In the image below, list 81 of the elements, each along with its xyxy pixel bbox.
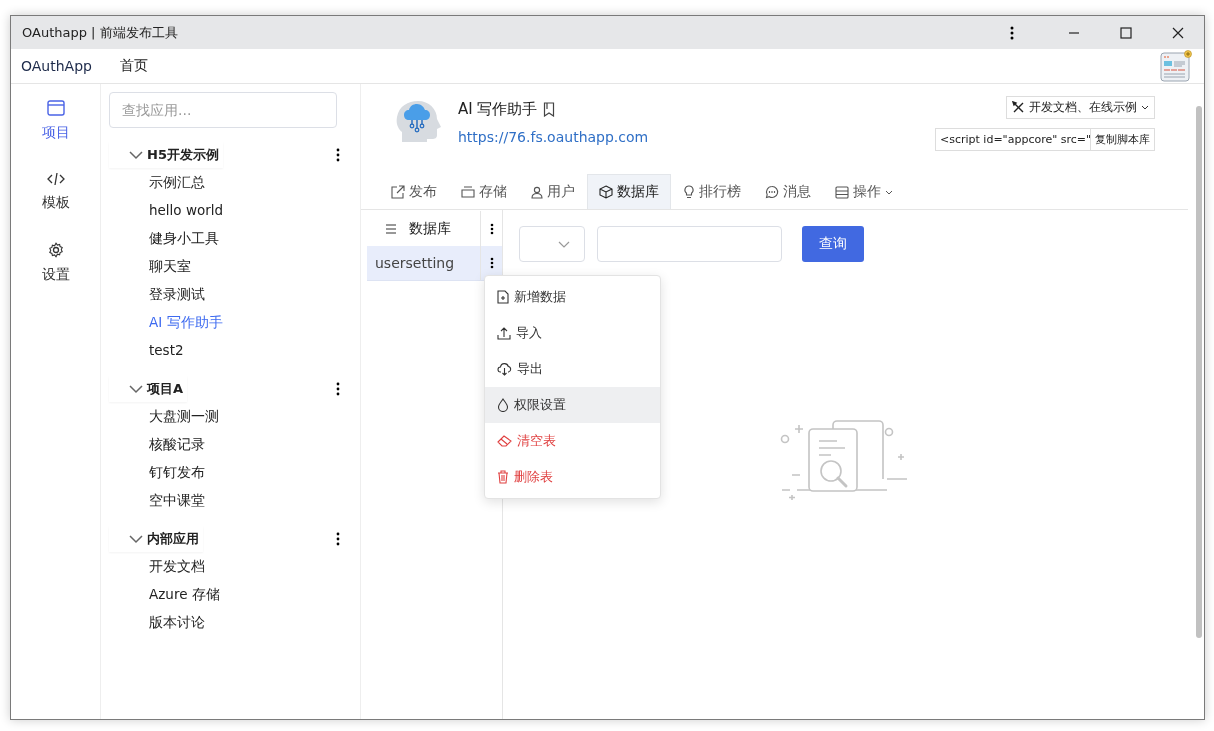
app-item[interactable]: 版本讨论 — [109, 608, 360, 636]
menu-item[interactable]: 导出 — [485, 351, 660, 387]
group-header[interactable]: 项目A — [109, 376, 188, 402]
app-item[interactable]: test2 — [109, 336, 360, 364]
app-item[interactable]: Azure 存储 — [109, 580, 360, 608]
app-item[interactable]: 示例汇总 — [109, 168, 360, 196]
app-name: AI 写作助手 — [458, 100, 538, 119]
bulb-icon — [683, 185, 695, 199]
app-item[interactable]: 登录测试 — [109, 280, 360, 308]
tab[interactable]: 消息 — [753, 174, 823, 209]
app-item[interactable]: AI 写作助手 — [109, 308, 360, 336]
brand-name[interactable]: OAuthApp — [21, 58, 92, 74]
more-icon[interactable] — [336, 148, 340, 162]
eraser-icon — [497, 435, 512, 447]
search-field[interactable]: 查找应用... — [109, 92, 337, 128]
more-icon[interactable] — [336, 382, 340, 396]
tab[interactable]: 用户 — [519, 174, 587, 209]
app-url-link[interactable]: https://76.fs.oauthapp.com — [458, 129, 649, 145]
app-item[interactable]: hello world — [109, 196, 360, 224]
menu-item[interactable]: 删除表 — [485, 459, 660, 495]
tray-icon — [461, 186, 475, 198]
more-icon[interactable] — [1010, 25, 1014, 40]
app-item[interactable]: 核酸记录 — [109, 430, 360, 458]
chevron-icon — [558, 240, 570, 248]
group-header[interactable]: H5开发示例 — [109, 142, 223, 168]
field-select[interactable] — [519, 226, 585, 262]
docs-dropdown[interactable]: 开发文档、在线示例 — [1006, 96, 1155, 119]
app-item[interactable]: 健身小工具 — [109, 224, 360, 252]
nav-item[interactable]: 设置 — [41, 242, 70, 284]
menu-item[interactable]: 清空表 — [485, 423, 660, 459]
more-icon[interactable] — [489, 222, 494, 235]
cube-icon — [599, 185, 613, 199]
menu-item[interactable]: 导入 — [485, 315, 660, 351]
tab[interactable]: 发布 — [379, 174, 449, 209]
cloud-download-icon — [497, 362, 512, 376]
table-item[interactable]: usersetting — [367, 246, 502, 281]
upload-icon — [497, 326, 511, 340]
chevron-icon — [129, 534, 143, 544]
more-icon[interactable] — [336, 532, 340, 546]
menu-icon[interactable] — [385, 223, 397, 234]
file-plus-icon — [497, 290, 509, 304]
menu-item[interactable]: 权限设置 — [485, 387, 660, 423]
script-snippet: <script id="appcore" src=" — [939, 133, 1090, 146]
maximize-icon[interactable] — [1120, 26, 1132, 39]
script-field[interactable]: <script id="appcore" src=" 复制脚本库 — [935, 128, 1155, 151]
nav-item[interactable]: 模板 — [41, 172, 70, 212]
query-input[interactable] — [597, 226, 782, 262]
app-item[interactable]: 聊天室 — [109, 252, 360, 280]
drop-icon — [497, 398, 509, 412]
close-icon[interactable] — [1172, 26, 1184, 39]
tab[interactable]: 存储 — [449, 174, 519, 209]
window-title: OAuthapp | 前端发布工具 — [22, 23, 178, 42]
window-icon — [46, 100, 65, 116]
user-icon — [531, 185, 543, 199]
chevron-icon — [129, 150, 143, 160]
more-icon[interactable] — [489, 257, 494, 269]
tables-header: 数据库 — [409, 219, 451, 238]
app-item[interactable]: 钉钉发布 — [109, 458, 360, 486]
trash-icon — [497, 470, 509, 484]
menu-item[interactable]: 首页 — [119, 57, 148, 75]
tab[interactable]: 操作 — [823, 174, 905, 209]
nav-item[interactable]: 项目 — [41, 100, 70, 142]
query-button[interactable]: 查询 — [802, 226, 864, 262]
settings-icon — [47, 242, 64, 258]
chevron-icon — [129, 384, 143, 394]
tools-icon — [1012, 101, 1025, 114]
bookmark-icon[interactable] — [543, 102, 556, 117]
app-item[interactable]: 大盘测一测 — [109, 402, 360, 430]
list-icon — [835, 185, 849, 199]
chat-icon — [765, 185, 779, 199]
external-link-icon — [391, 185, 405, 199]
caret-icon — [885, 189, 893, 195]
group-header[interactable]: 内部应用 — [109, 526, 203, 552]
app-item[interactable]: 开发文档 — [109, 552, 360, 580]
tab[interactable]: 数据库 — [587, 174, 671, 209]
code-icon — [46, 172, 65, 186]
scrollbar-thumb[interactable] — [1196, 106, 1202, 638]
caret-icon — [1141, 105, 1149, 110]
app-item[interactable]: 空中课堂 — [109, 486, 360, 514]
tab[interactable]: 排行榜 — [671, 174, 753, 209]
menu-item[interactable]: 新增数据 — [485, 279, 660, 315]
